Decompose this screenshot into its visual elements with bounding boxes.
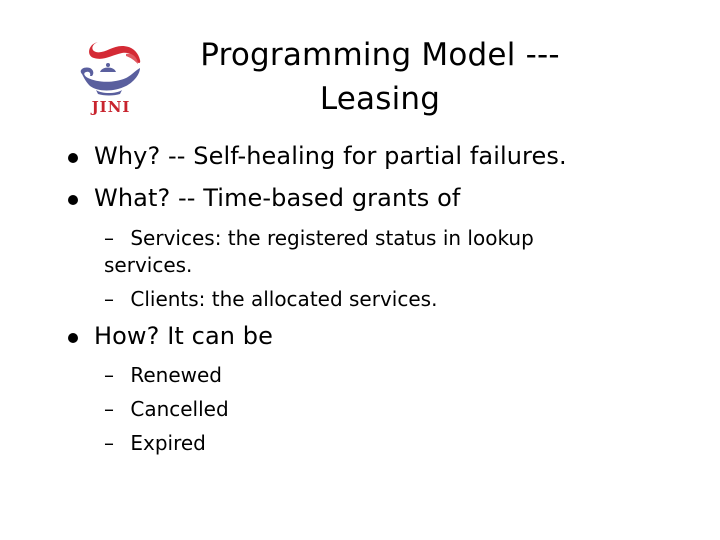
lamp-knob [106, 63, 110, 67]
dash-icon: – [104, 431, 114, 455]
jini-wordmark: JINI [90, 98, 131, 116]
sub-item-services: – Services: the registered status in loo… [104, 226, 534, 250]
lamp-base [96, 90, 122, 96]
sub-item-text: Cancelled [130, 397, 229, 421]
bullet-what: What? -- Time-based grants of [94, 184, 461, 212]
bullet-dot [68, 195, 78, 205]
slide: JINI Programming Model --- Leasing Why? … [0, 0, 720, 540]
sub-item-cancelled: – Cancelled [104, 397, 229, 421]
sub-item-text: Renewed [130, 363, 222, 387]
lamp-lid [100, 67, 116, 72]
bullet-how: How? It can be [94, 322, 273, 350]
bullet-dot [68, 153, 78, 163]
bullet-why: Why? -- Self-healing for partial failure… [94, 142, 567, 170]
flame-shape [89, 42, 141, 63]
dash-icon: – [104, 397, 114, 421]
sub-item-services-continuation: services. [104, 253, 193, 277]
sub-item-text: Clients: the allocated services. [130, 287, 438, 311]
sub-item-text: Services: the registered status in looku… [130, 226, 534, 250]
title-line-1: Programming Model --- [200, 37, 560, 73]
sub-item-renewed: – Renewed [104, 363, 222, 387]
sub-item-text: Expired [130, 431, 206, 455]
jini-logo: JINI [78, 34, 144, 116]
jini-lamp-icon: JINI [80, 42, 141, 116]
title-line-2: Leasing [319, 81, 441, 117]
slide-title: Programming Model --- Leasing [150, 33, 610, 121]
dash-icon: – [104, 226, 114, 250]
bullet-dot [68, 333, 78, 343]
sub-item-expired: – Expired [104, 431, 206, 455]
dash-icon: – [104, 287, 114, 311]
sub-item-clients: – Clients: the allocated services. [104, 287, 437, 311]
dash-icon: – [104, 363, 114, 387]
